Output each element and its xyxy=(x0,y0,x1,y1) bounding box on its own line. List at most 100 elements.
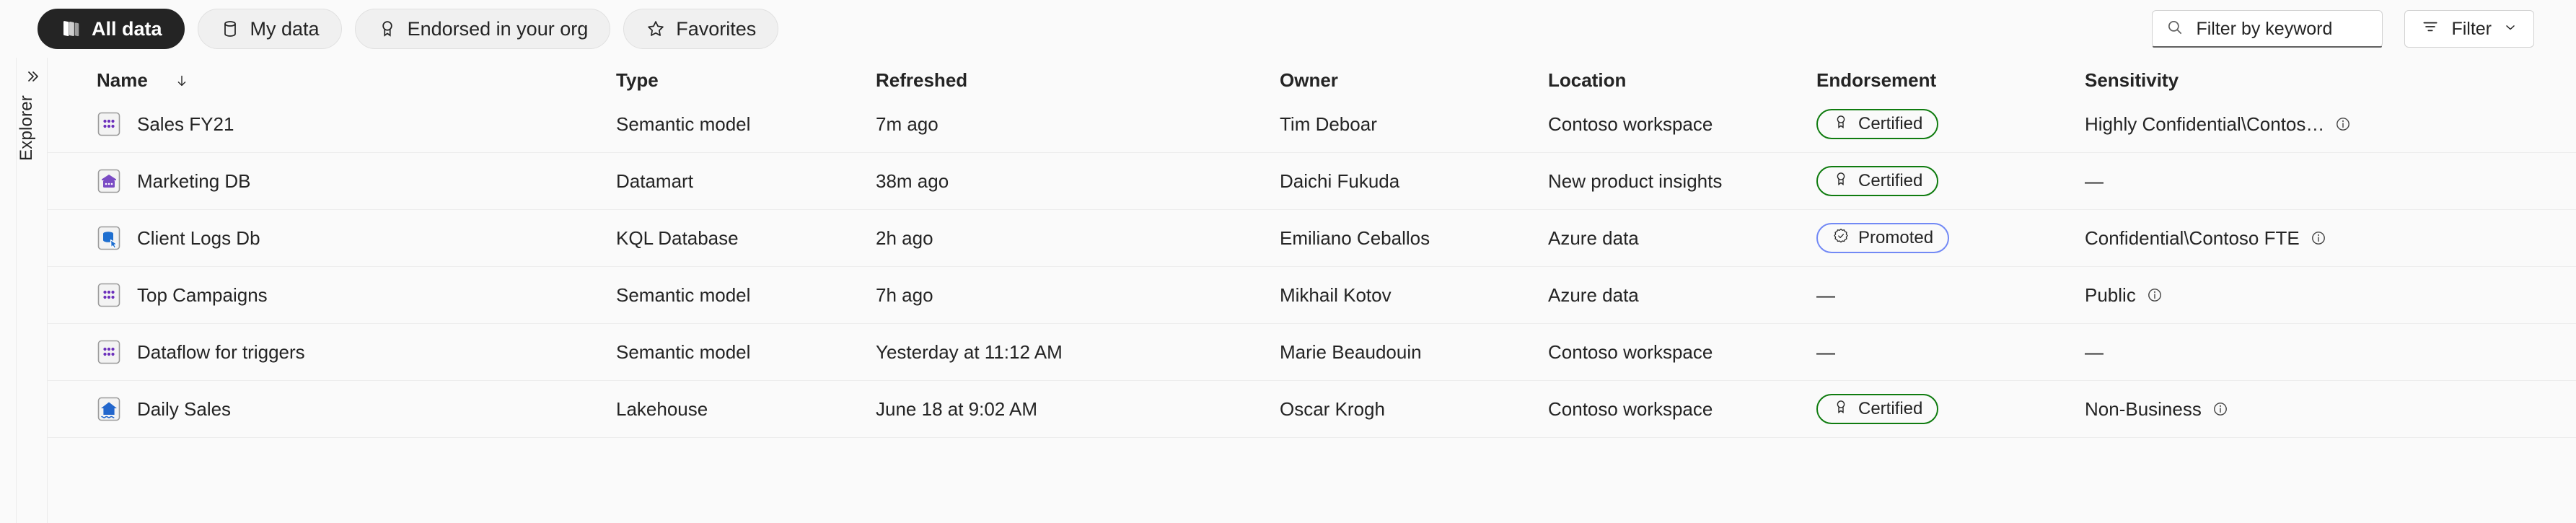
item-name: Marketing DB xyxy=(137,170,251,192)
chevron-down-icon xyxy=(2503,19,2518,40)
table-row[interactable]: Client Logs Db KQL Database 2h ago Emiliano… xyxy=(48,210,2576,267)
data-hub-page: All data My data Endorsed in your org Fa… xyxy=(0,0,2576,523)
item-endorsement: Certified xyxy=(1816,166,2085,196)
item-sensitivity: Highly Confidential\Contos… xyxy=(2085,113,2534,136)
pill-label: All data xyxy=(92,17,162,40)
item-name: Sales FY21 xyxy=(137,113,234,135)
table-row[interactable]: Daily Sales Lakehouse June 18 at 9:02 AM Os… xyxy=(48,381,2576,438)
filter-button-label: Filter xyxy=(2451,18,2492,39)
table-header-row: Name Type Refreshed Owner Location Endor… xyxy=(48,58,2576,96)
item-refreshed: June 18 at 9:02 AM xyxy=(876,397,1038,420)
database-icon xyxy=(220,19,240,39)
column-header-refreshed[interactable]: Refreshed xyxy=(876,69,1280,92)
semantic-model-icon xyxy=(97,340,121,364)
sensitivity-label: — xyxy=(2085,340,2104,363)
filter-button[interactable]: Filter xyxy=(2404,10,2534,48)
item-owner: Mikhail Kotov xyxy=(1280,284,1392,306)
endorsement-badge[interactable]: Certified xyxy=(1816,109,1939,139)
sensitivity-label: Public xyxy=(2085,284,2136,306)
item-sensitivity: — xyxy=(2085,341,2534,364)
item-location: Azure data xyxy=(1548,284,1639,306)
column-header-sensitivity[interactable]: Sensitivity xyxy=(2085,69,2534,92)
item-owner: Marie Beaudouin xyxy=(1280,340,1422,363)
pill-endorsed-in-your-org[interactable]: Endorsed in your org xyxy=(354,9,611,49)
endorsement-empty: — xyxy=(1816,284,1835,306)
column-header-name[interactable]: Name xyxy=(97,69,616,92)
semantic-model-icon xyxy=(97,112,121,136)
star-icon xyxy=(646,19,666,39)
arrow-down-icon xyxy=(174,73,190,89)
toolbar-right-group: Filter xyxy=(2152,10,2534,48)
item-refreshed: 7h ago xyxy=(876,284,933,306)
semantic-model-icon xyxy=(97,283,121,307)
item-name-cell[interactable]: Sales FY21 xyxy=(97,112,616,136)
endorsement-badge[interactable]: Certified xyxy=(1816,394,1939,424)
endorsement-label: Certified xyxy=(1858,114,1923,133)
table-row[interactable]: Sales FY21 Semantic model 7m ago Tim Deboar… xyxy=(48,96,2576,153)
item-sensitivity: Public xyxy=(2085,284,2534,307)
lakehouse-icon xyxy=(97,397,121,421)
item-name-cell[interactable]: Client Logs Db xyxy=(97,226,616,250)
column-header-location[interactable]: Location xyxy=(1548,69,1816,92)
promoted-starburst-icon xyxy=(1832,227,1850,250)
explorer-rail: Explorer xyxy=(16,58,48,523)
item-sensitivity: — xyxy=(2085,170,2534,193)
column-header-type[interactable]: Type xyxy=(616,69,876,92)
item-name-cell[interactable]: Top Campaigns xyxy=(97,283,616,307)
books-icon xyxy=(60,18,82,40)
item-type: Lakehouse xyxy=(616,397,708,420)
item-endorsement: — xyxy=(1816,341,2085,364)
sensitivity-label: — xyxy=(2085,170,2104,192)
column-header-owner[interactable]: Owner xyxy=(1280,69,1548,92)
item-endorsement: Promoted xyxy=(1816,223,2085,253)
sensitivity-label: Highly Confidential\Contos… xyxy=(2085,113,2325,135)
pill-favorites[interactable]: Favorites xyxy=(623,9,779,49)
endorsement-badge[interactable]: Promoted xyxy=(1816,223,1950,253)
item-location: Contoso workspace xyxy=(1548,397,1713,420)
item-name: Top Campaigns xyxy=(137,284,268,306)
item-refreshed: 7m ago xyxy=(876,113,938,135)
item-name-cell[interactable]: Dataflow for triggers xyxy=(97,340,616,364)
item-type: Semantic model xyxy=(616,284,751,306)
pill-my-data[interactable]: My data xyxy=(197,9,342,49)
table-row[interactable]: Top Campaigns Semantic model 7h ago Mikhail… xyxy=(48,267,2576,324)
table-row[interactable]: Dataflow for triggers Semantic model Yeste… xyxy=(48,324,2576,381)
item-type: Datamart xyxy=(616,170,693,192)
info-icon[interactable] xyxy=(2212,400,2229,418)
table-row[interactable]: Marketing DB Datamart 38m ago Daichi Fukuda… xyxy=(48,153,2576,210)
item-location: Contoso workspace xyxy=(1548,113,1713,135)
sensitivity-label: Confidential\Contoso FTE xyxy=(2085,227,2300,249)
item-refreshed: 2h ago xyxy=(876,227,933,249)
item-sensitivity: Confidential\Contoso FTE xyxy=(2085,227,2534,250)
endorsement-label: Certified xyxy=(1858,171,1923,190)
chevron-double-right-icon xyxy=(24,68,41,89)
item-type: Semantic model xyxy=(616,113,751,135)
datamart-icon xyxy=(97,169,121,193)
info-icon[interactable] xyxy=(2310,229,2327,247)
search-box[interactable] xyxy=(2152,10,2383,48)
item-type: KQL Database xyxy=(616,227,739,249)
column-header-endorsement[interactable]: Endorsement xyxy=(1816,69,2085,92)
item-name: Daily Sales xyxy=(137,397,232,420)
table-body: Sales FY21 Semantic model 7m ago Tim Deboar… xyxy=(48,96,2576,438)
pill-label: Endorsed in your org xyxy=(407,17,589,40)
item-name-cell[interactable]: Daily Sales xyxy=(97,397,616,421)
info-icon[interactable] xyxy=(2146,286,2163,304)
item-name-cell[interactable]: Marketing DB xyxy=(97,169,616,193)
endorsement-badge[interactable]: Certified xyxy=(1816,166,1939,196)
item-endorsement: Certified xyxy=(1816,109,2085,139)
explorer-expand-button[interactable] xyxy=(17,63,48,92)
kql-database-icon xyxy=(97,226,121,250)
item-sensitivity: Non-Business xyxy=(2085,398,2534,421)
search-input[interactable] xyxy=(2196,18,2370,40)
pill-all-data[interactable]: All data xyxy=(38,9,185,49)
certified-badge-icon xyxy=(377,19,397,39)
item-refreshed: 38m ago xyxy=(876,170,949,192)
data-items-table: Name Type Refreshed Owner Location Endor… xyxy=(48,58,2576,523)
pill-label: My data xyxy=(250,17,320,40)
item-location: Contoso workspace xyxy=(1548,340,1713,363)
item-endorsement: — xyxy=(1816,284,2085,307)
info-icon[interactable] xyxy=(2334,115,2352,133)
item-refreshed: Yesterday at 11:12 AM xyxy=(876,340,1063,363)
sensitivity-label: Non-Business xyxy=(2085,397,2202,420)
